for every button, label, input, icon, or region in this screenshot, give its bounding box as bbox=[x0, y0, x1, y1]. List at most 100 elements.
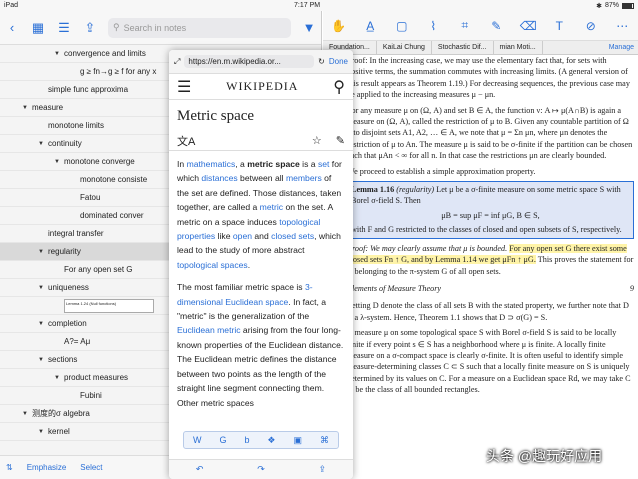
battery-icon bbox=[621, 2, 634, 9]
article-paragraph: The most familiar metric space is 3-dime… bbox=[177, 282, 344, 408]
disclosure-icon[interactable]: ▼ bbox=[54, 51, 64, 57]
screenshot-icon[interactable]: ⌗ bbox=[457, 18, 473, 33]
translate-icon[interactable]: 文A bbox=[177, 133, 195, 149]
grid-icon[interactable]: ▦ bbox=[30, 20, 46, 36]
back-arrow-icon[interactable]: ↶ bbox=[196, 464, 204, 475]
article-link[interactable]: distances bbox=[201, 173, 237, 183]
disclosure-icon[interactable]: ▼ bbox=[38, 429, 48, 435]
share-icon[interactable]: ⇪ bbox=[319, 464, 327, 475]
article-link[interactable]: Euclidean metric bbox=[177, 325, 241, 335]
tab-brownian-motion[interactable]: mian Moti... bbox=[494, 40, 543, 55]
share-icon[interactable]: ⇪ bbox=[82, 20, 98, 36]
wikipedia-logo[interactable]: WIKIPEDIA bbox=[226, 79, 298, 94]
outline-label: A?= Aμ bbox=[64, 337, 91, 346]
lemma-tail: with F and G restricted to the classes o… bbox=[351, 225, 622, 235]
article-link[interactable]: metric bbox=[260, 202, 283, 212]
article-link[interactable]: topological spaces bbox=[177, 260, 248, 270]
outline-label: uniqueness bbox=[48, 283, 89, 292]
pdf-paragraph: For any measure μ on (Ω, A) and set B ∈ … bbox=[347, 105, 633, 161]
outline-label: monotone converge bbox=[64, 157, 135, 166]
disclosure-icon[interactable]: ▼ bbox=[22, 411, 32, 417]
wikipedia-icon[interactable]: W bbox=[193, 435, 202, 445]
outline-label: continuity bbox=[48, 139, 82, 148]
edit-icon[interactable]: ✎ bbox=[336, 134, 345, 147]
list-icon[interactable]: ☰ bbox=[56, 20, 72, 36]
article-link[interactable]: members bbox=[286, 173, 322, 183]
outline-label: measure bbox=[32, 103, 64, 112]
article-paragraph: In mathematics, a metric space is a set … bbox=[177, 159, 342, 270]
menu-icon[interactable]: ☰ bbox=[177, 77, 191, 97]
outline-label: dominated conver bbox=[80, 211, 144, 220]
disclosure-icon[interactable]: ▼ bbox=[22, 105, 32, 111]
bluetooth-icon: ✱ bbox=[596, 2, 602, 10]
proof-text: Proof: We may clearly assume that μ is b… bbox=[347, 243, 508, 253]
disclosure-icon[interactable]: ▼ bbox=[38, 357, 48, 363]
outline-label: Fubini bbox=[80, 391, 102, 400]
disclosure-icon[interactable]: ▼ bbox=[54, 159, 64, 165]
article-link[interactable]: 3-dimensional Euclidean space bbox=[177, 282, 313, 306]
disclosure-icon[interactable]: ▼ bbox=[38, 321, 48, 327]
hand-icon[interactable]: ✋ bbox=[331, 19, 347, 33]
select-button[interactable]: Select bbox=[80, 463, 102, 472]
more-icon[interactable]: ⋯ bbox=[614, 19, 630, 33]
wiki-header: ☰ WIKIPEDIA ⚲ bbox=[169, 74, 353, 100]
outline-label: 测度的σ algebra bbox=[32, 409, 90, 418]
disclosure-icon[interactable]: ▼ bbox=[38, 249, 48, 255]
lemma-highlight[interactable]: Lemma 1.16 (regularity) Let μ be a σ-fin… bbox=[347, 181, 634, 239]
search-input[interactable]: ⚲ Search in notes bbox=[108, 17, 291, 38]
notes-toolbar: ‹ ▦ ☰ ⇪ ⚲ Search in notes ▼ bbox=[0, 11, 321, 45]
text-highlight-icon[interactable]: A̲ bbox=[362, 19, 378, 33]
disclosure-icon[interactable]: ▼ bbox=[38, 141, 48, 147]
article-tools: 文A ☆ ✎ bbox=[169, 131, 353, 151]
expand-icon[interactable]: ⤢ bbox=[174, 57, 180, 67]
bing-icon[interactable]: b bbox=[244, 435, 249, 445]
star-icon[interactable]: ☆ bbox=[312, 134, 322, 147]
compass-icon[interactable]: ⊘ bbox=[583, 19, 599, 33]
article-link[interactable]: closed sets bbox=[271, 231, 314, 241]
forward-arrow-icon[interactable]: ↷ bbox=[257, 464, 265, 475]
back-icon[interactable]: ‹ bbox=[4, 20, 20, 35]
done-button[interactable]: Done bbox=[329, 57, 348, 66]
google-icon[interactable]: G bbox=[219, 435, 226, 445]
status-bar: iPad 7:17 PM ✱ 87% bbox=[0, 0, 638, 11]
baidu-icon[interactable]: ❖ bbox=[267, 435, 275, 446]
scholar-icon[interactable]: ▣ bbox=[293, 435, 302, 446]
pdf-panel: ✋ A̲ ▢ ⌇ ⌗ ✎ ⌫ T ⊘ ⋯ Foundation... KaiLa… bbox=[323, 11, 638, 479]
page-header: Elements of Measure Theory 9 bbox=[347, 283, 634, 294]
emphasize-button[interactable]: Emphasize bbox=[27, 463, 67, 472]
web-popup: ⤢ https://en.m.wikipedia.or... ↻ Done ☰ … bbox=[169, 50, 353, 479]
translate-icon[interactable]: ⌘ bbox=[320, 435, 329, 446]
textbox-icon[interactable]: T bbox=[551, 19, 567, 33]
tab-stochastic[interactable]: Stochastic Dif... bbox=[432, 40, 494, 55]
disclosure-icon[interactable]: ▼ bbox=[38, 285, 48, 291]
pdf-paragraph: Proof: We may clearly assume that μ is b… bbox=[347, 243, 634, 277]
article-link[interactable]: mathematics bbox=[187, 159, 236, 169]
lemma-title: Lemma 1.16 bbox=[351, 185, 395, 195]
pdf-paragraph: Letting D denote the class of all sets B… bbox=[347, 301, 629, 322]
lasso-icon[interactable]: ⌇ bbox=[425, 19, 441, 33]
lemma-formula: μB = sup μF = inf μG, B ∈ S, bbox=[441, 210, 540, 220]
filter-icon[interactable]: ▼ bbox=[301, 20, 317, 35]
outline-label: product measures bbox=[64, 373, 129, 382]
outline-label: sections bbox=[48, 355, 78, 364]
outline-label: simple func approxima bbox=[48, 85, 129, 94]
eraser-icon[interactable]: ⌫ bbox=[520, 19, 537, 33]
manage-button[interactable]: Manage bbox=[609, 44, 638, 51]
pdf-paragraph: A measure μ on some topological space S … bbox=[347, 328, 631, 395]
tab-kailai-chung[interactable]: KaiLai Chung bbox=[377, 40, 432, 55]
article-link[interactable]: open bbox=[233, 231, 252, 241]
search-icon: ⚲ bbox=[113, 22, 120, 32]
status-time: 7:17 PM bbox=[294, 2, 321, 9]
outline-label: regularity bbox=[48, 247, 81, 256]
reload-icon[interactable]: ↻ bbox=[318, 57, 325, 66]
sort-icon[interactable]: ⇅ bbox=[6, 463, 13, 472]
url-field[interactable]: https://en.m.wikipedia.or... bbox=[184, 55, 315, 68]
search-icon[interactable]: ⚲ bbox=[333, 77, 345, 97]
annotation-toolbar: ✋ A̲ ▢ ⌇ ⌗ ✎ ⌫ T ⊘ ⋯ bbox=[323, 11, 638, 41]
disclosure-icon[interactable]: ▼ bbox=[54, 375, 64, 381]
article-link[interactable]: set bbox=[318, 159, 329, 169]
outline-label: monotone limits bbox=[48, 121, 105, 130]
rectangle-icon[interactable]: ▢ bbox=[394, 19, 410, 33]
pen-icon[interactable]: ✎ bbox=[488, 19, 504, 33]
watermark-text: 头条 @趣玩好应用 bbox=[486, 448, 603, 464]
